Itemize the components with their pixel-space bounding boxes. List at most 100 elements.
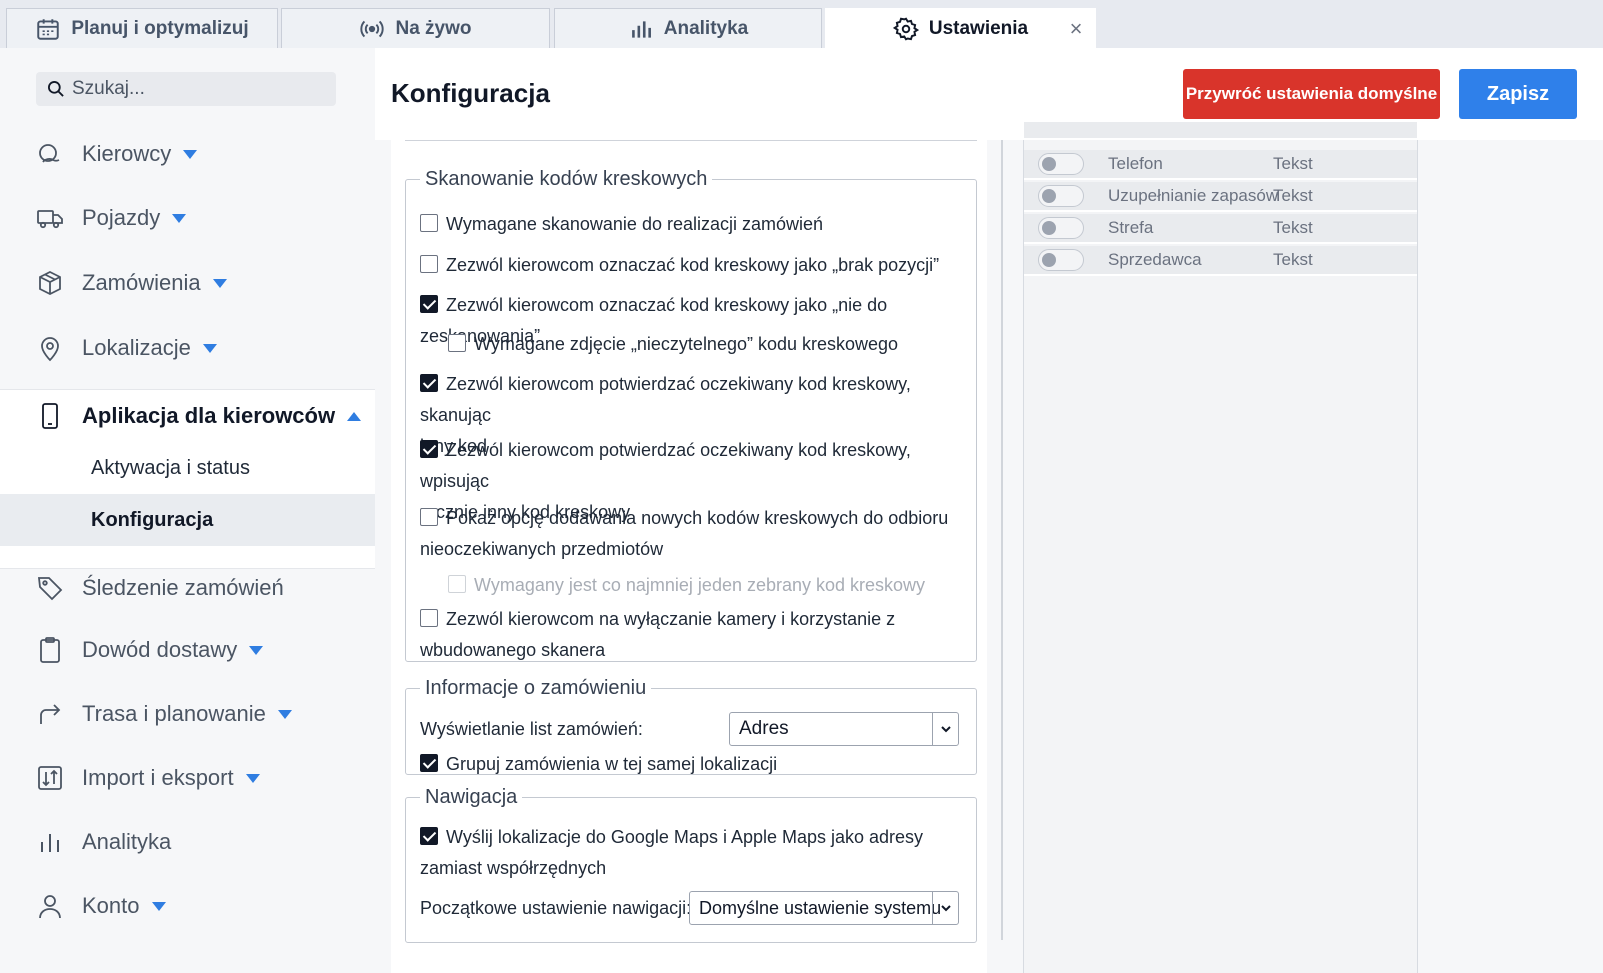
sidebar-subitem-label: Konfiguracja xyxy=(91,508,214,531)
sidebar-item-label: Konto xyxy=(82,893,140,918)
sidebar-item-analityka[interactable]: Analityka xyxy=(0,816,375,868)
sidebar-item-label: Zamówienia xyxy=(82,270,201,295)
fieldset-legend: Informacje o zamówieniu xyxy=(425,677,647,699)
drivers-icon xyxy=(39,144,60,163)
sidebar-subitem-aktywacja[interactable]: Aktywacja i status xyxy=(0,442,375,494)
checkbox[interactable] xyxy=(420,754,438,772)
chevron-up-icon xyxy=(347,411,362,421)
sidebar-item-label: Trasa i planowanie xyxy=(82,701,266,726)
checkbox[interactable] xyxy=(420,609,438,627)
field-type: Tekst xyxy=(1273,186,1313,205)
option-disable-camera[interactable]: Zezwól kierowcom na wyłączanie kamery i … xyxy=(420,604,895,666)
order-list-display-select[interactable]: Adres xyxy=(729,712,959,746)
tab-label: Planuj i optymalizuj xyxy=(71,17,249,39)
navigation-fieldset: Nawigacja Wyślij lokalizacje do Google M… xyxy=(405,786,977,943)
sidebar-item-kierowcy[interactable]: Kierowcy xyxy=(0,128,375,180)
sidebar-item-import-eksport[interactable]: Import i eksport xyxy=(0,752,375,804)
fieldset-legend: Nawigacja xyxy=(425,786,518,808)
checkbox[interactable] xyxy=(420,255,438,273)
checkbox[interactable] xyxy=(420,508,438,526)
checkbox xyxy=(448,575,466,593)
table-row: Strefa Tekst xyxy=(1024,214,1417,244)
option-label: Wymagane zdjęcie „nieczytelnego” kodu kr… xyxy=(474,334,899,354)
field-toggle[interactable] xyxy=(1038,185,1084,207)
sidebar-item-label: Lokalizacje xyxy=(82,335,191,360)
option-no-item[interactable]: Zezwól kierowcom oznaczać kod kreskowy j… xyxy=(420,250,939,281)
initial-navigation-label: Początkowe ustawienie nawigacji: xyxy=(420,898,692,918)
order-info-fieldset: Informacje o zamówieniu Wyświetlanie lis… xyxy=(405,677,977,775)
chevron-down-icon xyxy=(212,278,227,288)
barcode-fieldset: Skanowanie kodów kreskowych Wymagane ska… xyxy=(405,168,977,662)
tab-analityka[interactable]: Analityka xyxy=(554,8,822,48)
chevron-down-icon xyxy=(245,773,260,783)
checkbox[interactable] xyxy=(420,214,438,232)
option-label: Zezwól kierowcom na wyłączanie kamery i … xyxy=(446,609,896,629)
save-button[interactable]: Zapisz xyxy=(1459,69,1577,119)
field-type: Tekst xyxy=(1273,154,1313,173)
route-arrow-icon xyxy=(40,704,61,724)
import-export-icon xyxy=(38,766,62,790)
broadcast-icon xyxy=(360,20,385,37)
search-box xyxy=(36,72,336,106)
option-label: Grupuj zamówienia w tej samej lokalizacj… xyxy=(446,754,778,774)
tab-na-zywo[interactable]: Na żywo xyxy=(281,8,550,48)
option-label-cont: zamiast współrzędnych xyxy=(420,858,607,878)
sidebar-item-aplikacja[interactable]: Aplikacja dla kierowców xyxy=(0,390,375,442)
phone-icon xyxy=(42,403,58,429)
field-name: Uzupełnianie zapasów xyxy=(1108,186,1279,205)
field-name: Sprzedawca xyxy=(1108,250,1202,269)
table-row: Sprzedawca Tekst xyxy=(1024,246,1417,276)
sidebar-item-dowod-dostawy[interactable]: Dowód dostawy xyxy=(0,624,375,676)
option-send-addresses[interactable]: Wyślij lokalizacje do Google Maps i Appl… xyxy=(420,822,923,884)
sidebar-item-konto[interactable]: Konto xyxy=(0,880,375,932)
sidebar-item-label: Kierowcy xyxy=(82,141,172,166)
chevron-down-icon xyxy=(183,149,198,159)
sidebar-item-label: Import i eksport xyxy=(82,765,234,790)
checkbox[interactable] xyxy=(420,374,438,392)
tab-label: Analityka xyxy=(663,17,749,39)
close-icon[interactable]: × xyxy=(1065,18,1087,40)
option-unreadable-photo[interactable]: Wymagane zdjęcie „nieczytelnego” kodu kr… xyxy=(448,329,898,360)
search-icon xyxy=(48,81,64,97)
select-value: Domyślne ustawienie systemu xyxy=(699,897,942,918)
chevron-down-icon xyxy=(202,343,217,353)
tab-label: Ustawienia xyxy=(928,17,1029,39)
sidebar: Kierowcy Pojazdy Zamówienia Lokalizacje … xyxy=(0,48,375,973)
sidebar-item-trasa[interactable]: Trasa i planowanie xyxy=(0,688,375,740)
field-toggle[interactable] xyxy=(1038,217,1084,239)
sidebar-subitem-konfiguracja[interactable]: Konfiguracja xyxy=(0,494,375,546)
checkbox[interactable] xyxy=(420,440,438,458)
gear-icon xyxy=(892,17,919,41)
sidebar-subitem-label: Aktywacja i status xyxy=(91,456,250,479)
location-pin-icon xyxy=(41,337,59,362)
search-input[interactable] xyxy=(72,78,322,100)
checkbox[interactable] xyxy=(448,334,466,352)
option-label: Wymagany jest co najmniej jeden zebrany … xyxy=(474,575,926,595)
option-add-new-barcodes[interactable]: Pokaż opcję dodawania nowych kodów kresk… xyxy=(420,503,948,565)
reset-defaults-button[interactable]: Przywróć ustawienia domyślne xyxy=(1183,69,1440,119)
tab-planuj[interactable]: Planuj i optymalizuj xyxy=(6,8,278,48)
checkbox[interactable] xyxy=(420,827,438,845)
page-title: Konfiguracja xyxy=(391,78,550,108)
chevron-down-icon xyxy=(172,213,187,223)
option-require-scan[interactable]: Wymagane skanowanie do realizacji zamówi… xyxy=(420,209,823,240)
clipboard-icon xyxy=(40,637,60,663)
option-label: Zezwól kierowcom oznaczać kod kreskowy j… xyxy=(446,255,940,275)
sidebar-item-label: Śledzenie zamówień xyxy=(82,575,284,600)
field-toggle[interactable] xyxy=(1038,153,1084,175)
sidebar-item-lokalizacje[interactable]: Lokalizacje xyxy=(0,322,375,374)
option-group-orders[interactable]: Grupuj zamówienia w tej samej lokalizacj… xyxy=(420,749,777,780)
tab-bar: Planuj i optymalizuj Na żywo Analityka U… xyxy=(0,0,1603,48)
tab-ustawienia[interactable]: Ustawienia × xyxy=(825,8,1096,48)
sidebar-item-pojazdy[interactable]: Pojazdy xyxy=(0,192,375,244)
sidebar-item-sledzenie[interactable]: Śledzenie zamówień xyxy=(0,562,375,614)
field-toggle[interactable] xyxy=(1038,249,1084,271)
checkbox[interactable] xyxy=(420,295,438,313)
column-divider xyxy=(1001,140,1003,940)
sidebar-item-label: Analityka xyxy=(82,829,172,854)
initial-navigation-select[interactable]: Domyślne ustawienie systemu xyxy=(689,891,959,925)
sidebar-item-zamowienia[interactable]: Zamówienia xyxy=(0,257,375,309)
option-label: Zezwól kierowcom potwierdzać oczekiwany … xyxy=(420,374,911,425)
bar-chart-icon xyxy=(631,20,651,38)
option-label: Zezwól kierowcom potwierdzać oczekiwany … xyxy=(420,440,911,491)
